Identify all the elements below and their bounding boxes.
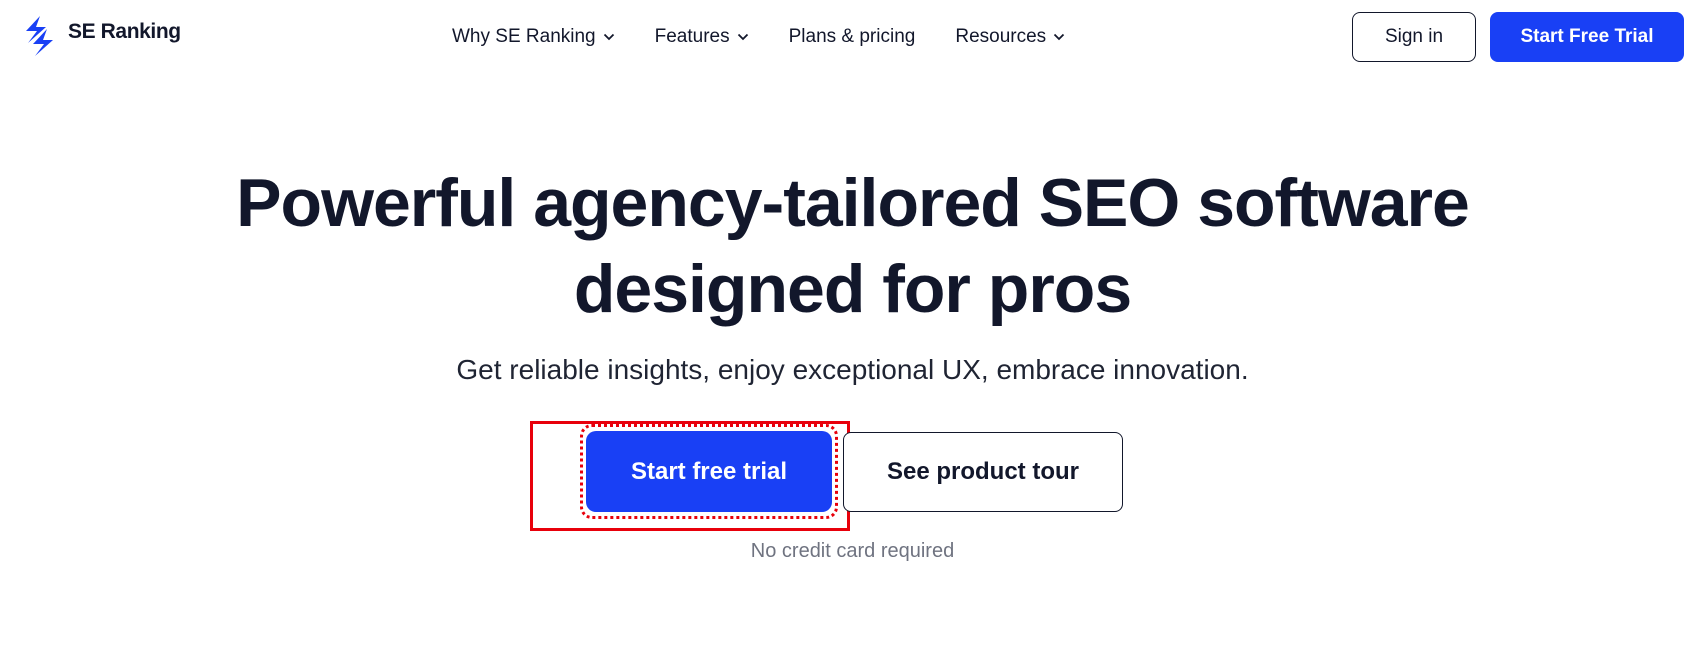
hero-title-line-2: designed for pros <box>573 251 1132 327</box>
lightning-bolt-icon <box>26 16 53 56</box>
main-nav: Why SE Ranking Features Plans & pricing … <box>452 22 1065 52</box>
hero-title: Powerful agency-tailored SEO software de… <box>0 160 1705 332</box>
nav-item-label: Resources <box>955 26 1047 47</box>
brand-logo[interactable]: SE Ranking <box>24 16 181 56</box>
nav-item-features[interactable]: Features <box>655 26 749 48</box>
no-credit-card-note: No credit card required <box>750 540 955 562</box>
nav-item-plans-pricing[interactable]: Plans & pricing <box>789 26 916 48</box>
nav-item-label: Why SE Ranking <box>452 26 596 47</box>
chevron-down-icon <box>1054 33 1065 41</box>
site-header: SE Ranking Why SE Ranking Features Plans… <box>0 0 1705 74</box>
nav-item-why-se-ranking[interactable]: Why SE Ranking <box>452 26 615 48</box>
see-product-tour-button[interactable]: See product tour <box>843 432 1123 512</box>
brand-name: SE Ranking <box>68 20 181 43</box>
nav-item-resources[interactable]: Resources <box>955 26 1065 48</box>
chevron-down-icon <box>737 33 748 41</box>
hero-subtitle: Get reliable insights, enjoy exceptional… <box>456 354 1249 385</box>
hero-title-line-1: Powerful agency-tailored SEO software <box>236 165 1470 241</box>
header-start-trial-button[interactable]: Start Free Trial <box>1490 12 1684 62</box>
nav-item-label: Plans & pricing <box>788 26 916 47</box>
nav-item-label: Features <box>654 26 730 47</box>
start-free-trial-button[interactable]: Start free trial <box>586 431 832 512</box>
chevron-down-icon <box>603 33 614 41</box>
sign-in-button[interactable]: Sign in <box>1352 12 1476 62</box>
